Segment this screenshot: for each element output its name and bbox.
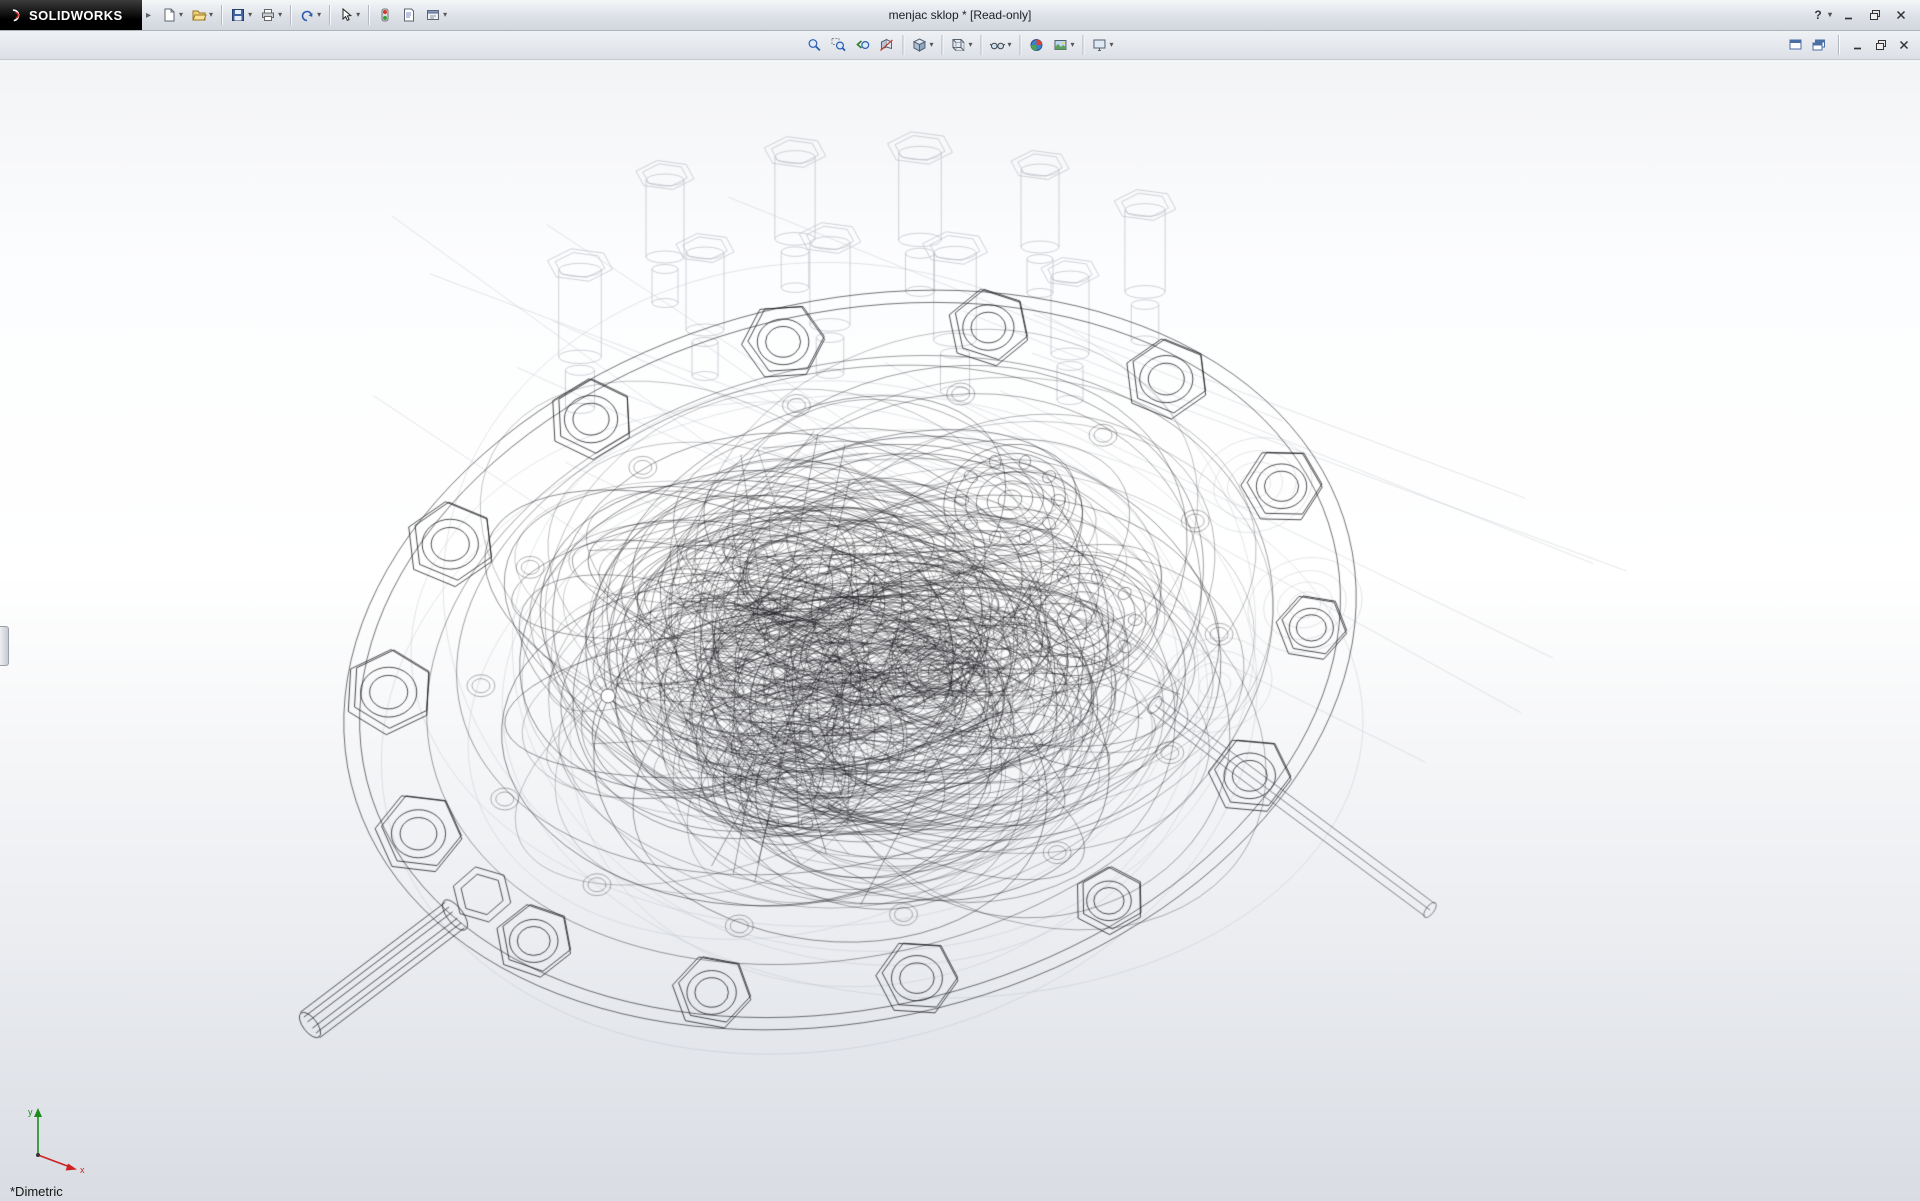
new-window-button[interactable]: [1788, 38, 1804, 52]
close-icon: [1896, 37, 1912, 53]
graphics-viewport[interactable]: y x *Dimetric: [0, 60, 1920, 1201]
rebuild-button[interactable]: [373, 2, 397, 28]
new-document-icon: [161, 7, 177, 23]
restore-icon: [1867, 7, 1883, 23]
save-button[interactable]: ▾: [226, 2, 256, 28]
minimize-button[interactable]: [1840, 6, 1858, 24]
section-view-button[interactable]: [874, 32, 898, 58]
undo-icon: [299, 7, 315, 23]
new-button[interactable]: ▾: [157, 2, 187, 28]
view-settings-icon: [1092, 37, 1108, 53]
close-icon: [1893, 7, 1909, 23]
chevron-down-icon: ▾: [1007, 41, 1011, 49]
chevron-down-icon: ▾: [278, 11, 282, 19]
view-orientation-button[interactable]: ▾: [907, 32, 937, 58]
chevron-down-icon: ▾: [179, 11, 183, 19]
restore-button[interactable]: [1866, 6, 1884, 24]
display-style-button[interactable]: ▾: [946, 32, 976, 58]
toolbar-separator: [1020, 35, 1021, 55]
chevron-down-icon: ▾: [1071, 41, 1075, 49]
heads-up-view-toolbar: ▾ ▾ ▾ ▾ ▾: [802, 32, 1117, 58]
toolbar-separator: [368, 5, 369, 25]
edit-appearance-icon: [1029, 37, 1045, 53]
print-icon: [260, 7, 276, 23]
chevron-down-icon: ▾: [248, 11, 252, 19]
section-view-icon: [878, 37, 894, 53]
file-properties-icon: [401, 7, 417, 23]
print-button[interactable]: ▾: [256, 2, 286, 28]
apply-scene-icon: [1053, 37, 1069, 53]
toolbar-separator: [902, 35, 903, 55]
triad-x-label: x: [80, 1165, 85, 1175]
edit-appearance-button[interactable]: [1025, 32, 1049, 58]
view-settings-button[interactable]: ▾: [1088, 32, 1118, 58]
hide-show-icon: [989, 37, 1005, 53]
dassault-swirl-icon: [8, 7, 24, 23]
toolbar-separator: [290, 5, 291, 25]
select-cursor-icon: [338, 7, 354, 23]
brand-name: SOLIDWORKS: [29, 8, 123, 23]
help-icon: ?: [1810, 7, 1826, 23]
chevron-down-icon: ▾: [317, 11, 321, 19]
previous-view-button[interactable]: [850, 32, 874, 58]
undo-button[interactable]: ▾: [295, 2, 325, 28]
display-style-icon: [950, 37, 966, 53]
apply-scene-button[interactable]: ▾: [1049, 32, 1079, 58]
options-icon: [425, 7, 441, 23]
menu-expand-button[interactable]: ▸: [146, 10, 151, 21]
options-button[interactable]: ▾: [421, 2, 451, 28]
zoom-fit-icon: [806, 37, 822, 53]
restore-icon: [1873, 37, 1889, 53]
save-icon: [230, 7, 246, 23]
orientation-triad: y x: [22, 1103, 100, 1177]
zoom-to-area-button[interactable]: [826, 32, 850, 58]
minimize-document-button[interactable]: [1850, 38, 1866, 52]
chevron-down-icon: ▾: [356, 11, 360, 19]
cascade-icon: [1811, 37, 1827, 53]
toolbar-separator: [1083, 35, 1084, 55]
chevron-down-icon: ▾: [968, 41, 972, 49]
minimize-icon: [1841, 7, 1857, 23]
solidworks-logo: SOLIDWORKS: [0, 0, 142, 30]
document-window-controls: [1788, 35, 1912, 55]
help-button[interactable]: ?▾: [1810, 6, 1832, 24]
toolbar-separator: [1838, 35, 1839, 55]
chevron-down-icon: ▾: [1828, 11, 1832, 19]
minimize-icon: [1850, 37, 1866, 53]
zoom-to-fit-button[interactable]: [802, 32, 826, 58]
toolbar-separator: [980, 35, 981, 55]
previous-view-icon: [854, 37, 870, 53]
toolbar-separator: [221, 5, 222, 25]
chevron-down-icon: ▾: [1110, 41, 1114, 49]
close-button[interactable]: [1892, 6, 1910, 24]
select-button[interactable]: ▾: [334, 2, 364, 28]
view-orientation-icon: [911, 37, 927, 53]
main-toolbar: ▾ ▾ ▾ ▾ ▾ ▾ ▾: [157, 2, 451, 28]
chevron-down-icon: ▾: [443, 11, 447, 19]
cascade-windows-button[interactable]: [1811, 38, 1827, 52]
wireframe-model[interactable]: [0, 60, 1920, 1201]
restore-document-button[interactable]: [1873, 38, 1889, 52]
triad-y-label: y: [28, 1107, 33, 1117]
rebuild-icon: [377, 7, 393, 23]
toolbar-separator: [329, 5, 330, 25]
hide-show-items-button[interactable]: ▾: [985, 32, 1015, 58]
chevron-down-icon: ▾: [209, 11, 213, 19]
heads-up-bar: ▾ ▾ ▾ ▾ ▾: [0, 31, 1920, 60]
close-document-button[interactable]: [1896, 38, 1912, 52]
view-orientation-label: *Dimetric: [10, 1184, 63, 1199]
file-properties-button[interactable]: [397, 2, 421, 28]
window-icon: [1788, 37, 1804, 53]
zoom-area-icon: [830, 37, 846, 53]
chevron-down-icon: ▾: [929, 41, 933, 49]
open-folder-icon: [191, 7, 207, 23]
panel-collapse-handle[interactable]: [0, 626, 9, 666]
window-controls: ?▾: [1810, 6, 1920, 24]
toolbar-separator: [941, 35, 942, 55]
title-bar[interactable]: SOLIDWORKS ▸ ▾▾▾▾▾▾▾ menjac sklop * [Rea…: [0, 0, 1920, 31]
open-button[interactable]: ▾: [187, 2, 217, 28]
